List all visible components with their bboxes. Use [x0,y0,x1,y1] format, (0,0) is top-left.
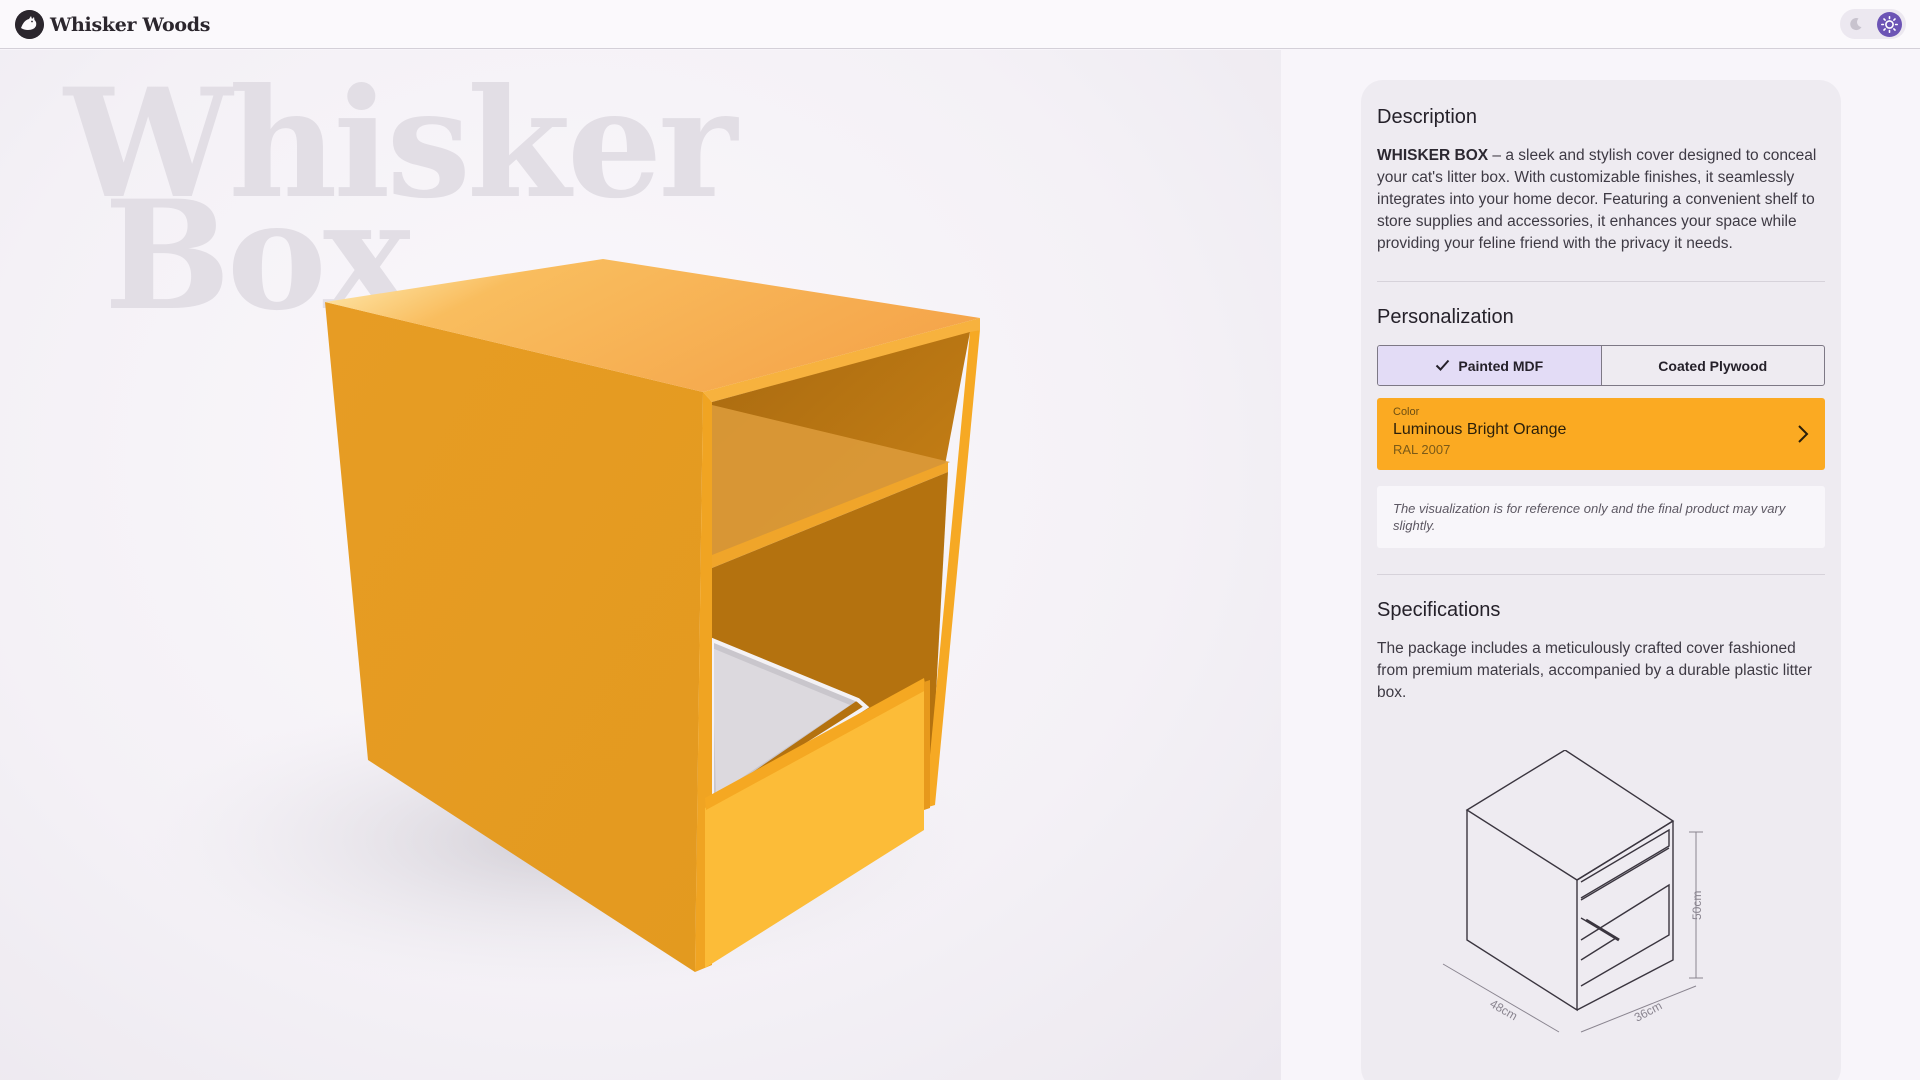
details-panel: Description WHISKER BOX – a sleek and st… [1361,80,1841,1080]
moon-icon[interactable] [1848,16,1864,32]
top-bar: Whisker Woods [0,0,1920,49]
dimension-diagram: 50cm 48cm 36cm [1442,750,1704,1033]
material-label: Painted MDF [1458,357,1544,374]
cat-silhouette-icon [15,10,44,39]
theme-toggle[interactable] [1840,9,1906,39]
product-3d-render[interactable] [0,50,1281,1080]
color-name: Luminous Bright Orange [1393,421,1567,438]
brand-logo[interactable]: Whisker Woods [15,10,210,39]
divider [1377,281,1825,282]
visualization-disclaimer: The visualization is for reference only … [1377,486,1825,548]
height-label: 50cm [1690,891,1704,920]
sun-icon[interactable] [1877,11,1902,37]
product-viewer[interactable]: Whisker Box [0,50,1281,1080]
width-label: 48cm [1488,996,1520,1023]
depth-label: 36cm [1632,999,1664,1025]
description-title: Description [1377,106,1478,128]
specifications-text: The package includes a meticulously craf… [1377,640,1813,701]
material-selector[interactable]: Painted MDF Coated Plywood [1377,345,1825,386]
color-code: RAL 2007 [1393,442,1451,457]
specifications-title: Specifications [1377,599,1501,621]
color-label: Color [1393,406,1420,418]
color-picker-card[interactable]: Color Luminous Bright Orange RAL 2007 [1377,398,1825,470]
material-option-painted-mdf[interactable]: Painted MDF [1378,346,1602,385]
description-text: WHISKER BOX – a sleek and stylish cover … [1377,145,1825,255]
chevron-right-icon [1797,424,1809,449]
product-name: WHISKER BOX [1377,147,1489,164]
material-label: Coated Plywood [1658,357,1768,374]
material-option-coated-plywood[interactable]: Coated Plywood [1602,346,1825,385]
check-icon [1435,358,1450,374]
personalization-title: Personalization [1377,306,1514,328]
brand-name: Whisker Woods [50,13,211,36]
divider [1377,574,1825,575]
